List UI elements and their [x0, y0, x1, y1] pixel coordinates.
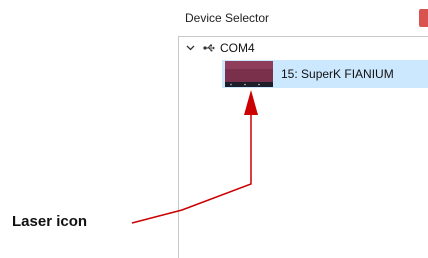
tree-node-label: COM4: [220, 41, 255, 55]
usb-icon: [203, 44, 215, 52]
device-item-label: 15: SuperK FIANIUM: [281, 67, 394, 81]
annotation-label: Laser icon: [12, 213, 88, 230]
close-button[interactable]: [419, 9, 428, 27]
device-item-superk-fianium[interactable]: 15: SuperK FIANIUM: [222, 60, 428, 88]
tree-node-com4[interactable]: COM4: [186, 40, 255, 56]
device-selector-title: Device Selector: [185, 11, 270, 25]
laser-device-icon: [225, 61, 273, 87]
chevron-down-icon[interactable]: [186, 45, 195, 51]
